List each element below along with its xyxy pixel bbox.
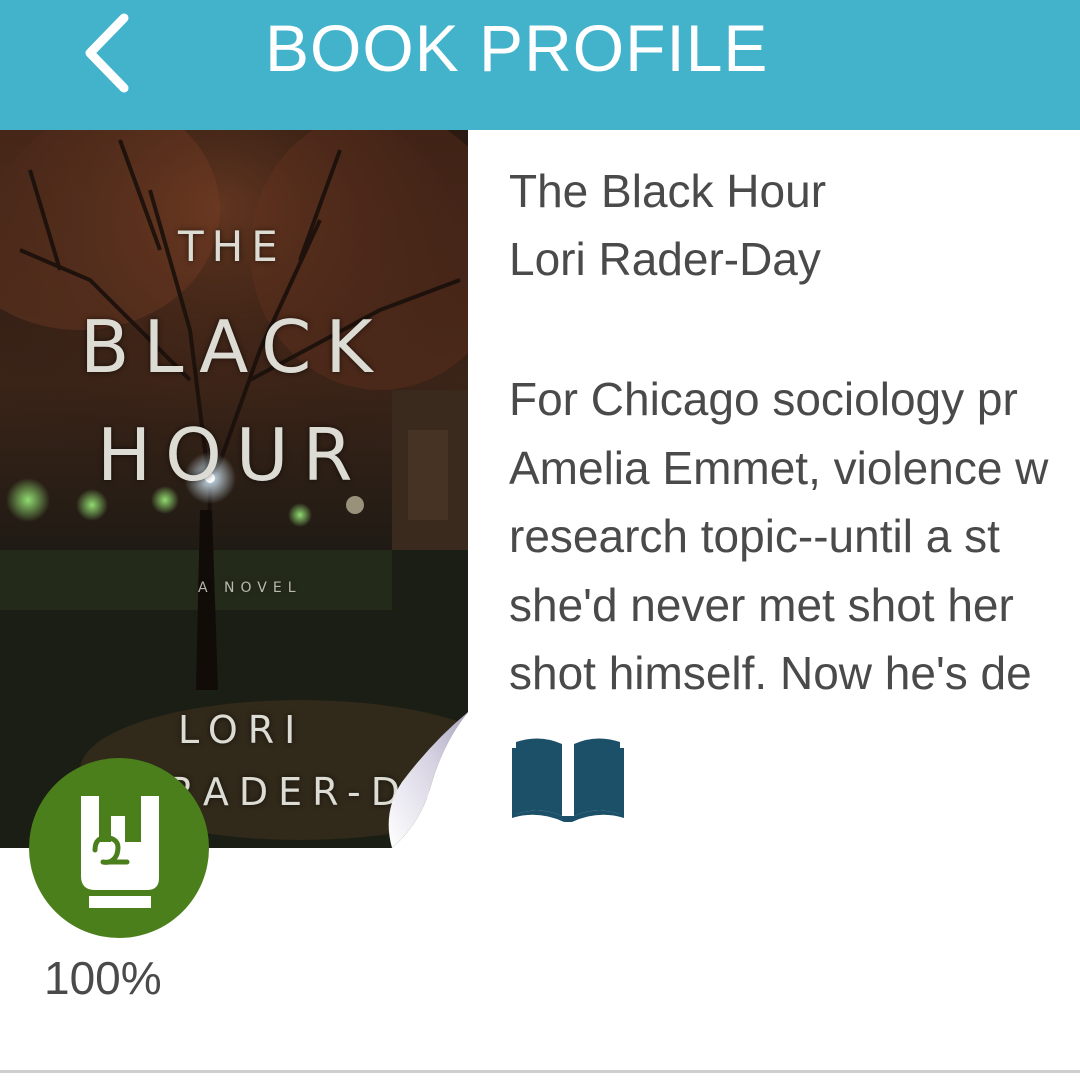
rating-percent: 100% xyxy=(44,952,162,1004)
book-author[interactable]: Lori Rader-Day xyxy=(509,230,821,288)
header-bar: BOOK PROFILE xyxy=(0,0,1080,130)
cover-title-hour: HOUR xyxy=(97,413,367,497)
description-line: she'd never met shot her xyxy=(509,578,1014,631)
description-line: Amelia Emmet, violence w xyxy=(509,441,1049,494)
book-cover[interactable]: THE BLACK HOUR A NOVEL LORI RADER-DAY xyxy=(0,130,468,848)
rock-hand-icon xyxy=(81,796,159,908)
read-book-button[interactable] xyxy=(512,734,624,824)
book-description: For Chicago sociology pr Amelia Emmet, v… xyxy=(509,365,1080,705)
book-title: The Black Hour xyxy=(509,165,827,217)
cover-author-first: LORI xyxy=(178,708,306,752)
description-line: shot himself. Now he's de xyxy=(509,647,1032,699)
bottom-divider xyxy=(0,1070,1080,1073)
page-title: BOOK PROFILE xyxy=(265,11,769,85)
cover-subtitle: A NOVEL xyxy=(198,580,302,596)
cover-title-the: THE xyxy=(178,222,286,271)
rating-badge[interactable] xyxy=(29,758,209,938)
book-profile-screen: BOOK PROFILE THE BLACK HOUR A NOVEL LORI… xyxy=(0,0,1080,1080)
description-line: For Chicago sociology pr xyxy=(509,373,1018,425)
description-line: research topic--until a st xyxy=(509,510,1000,562)
page-curl-icon xyxy=(388,712,468,848)
cover-title-black: BLACK xyxy=(80,305,387,389)
open-book-icon xyxy=(512,738,624,822)
